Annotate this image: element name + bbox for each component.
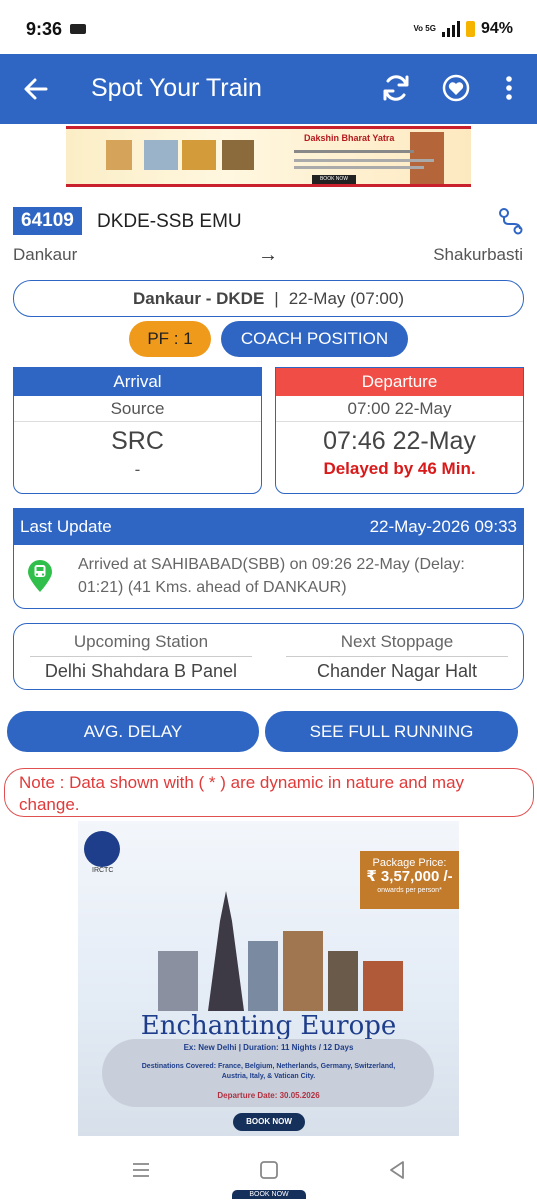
page-title: Spot Your Train [91,74,262,102]
ad-destinations: Destinations Covered: France, Belgium, N… [141,1063,396,1080]
price-note: onwards per person* [377,887,442,894]
train-location-pin-icon [28,560,52,592]
status-time: 9:36 [26,19,63,39]
arrival-header: Arrival [14,368,261,396]
irctc-logo-text: IRCTC [92,867,114,874]
last-update-header: Last Update 22-May-2026 09:33 [14,509,523,545]
battery-icon [465,21,475,37]
banner-book-now-button[interactable]: BOOK NOW [312,175,356,184]
temple-image [182,140,216,170]
next-ad-peek: BOOK NOW [232,1190,306,1199]
temple-image [144,140,178,170]
signal-icon [441,21,460,37]
banner-subtitle [294,146,444,169]
refresh-icon[interactable] [380,72,412,104]
destination-station: Shakurbasti [433,245,523,264]
temple-image [222,140,254,170]
arrival-actual: SRC [111,427,164,455]
coach-position-button[interactable]: COACH POSITION [221,321,408,357]
last-update-message: Arrived at SAHIBABAD(SBB) on 09:26 22-Ma… [78,556,465,596]
favorite-heart-icon[interactable] [440,72,472,104]
upcoming-stations-card: Upcoming Station Delhi Shahdara B Panel … [13,623,524,690]
europe-tour-ad-banner[interactable]: IRCTC Package Price: ₹ 3,57,000 /- onwar… [78,821,459,1136]
upcoming-station-label: Upcoming Station [30,632,252,657]
avg-delay-button[interactable]: AVG. DELAY [7,711,259,752]
last-update-card: Last Update 22-May-2026 09:33 Arrived at… [13,508,524,609]
separator: | [274,288,279,308]
app-bar: Spot Your Train [0,54,537,124]
route-arrow: → [258,244,278,266]
package-price-box: Package Price: ₹ 3,57,000 /- onwards per… [360,851,459,909]
selected-date-time: 22-May (07:00) [288,288,404,308]
platform-badge[interactable]: PF : 1 [129,321,211,357]
ad-departure-date: Departure Date: 30.05.2026 [217,1091,320,1100]
last-update-timestamp: 22-May-2026 09:33 [369,517,517,536]
status-indicators: Vo 5G 94% [413,20,513,38]
dynamic-data-note: Note : Data shown with ( * ) are dynamic… [4,768,534,817]
notification-icon [70,24,86,34]
arrival-delay: - [134,460,141,479]
battery-level: 94% [480,20,513,37]
recent-apps-icon[interactable] [130,1159,152,1181]
departure-actual: 07:46 22-May [323,427,476,455]
upcoming-station-value: Delhi Shahdara B Panel [44,661,238,681]
upcoming-station: Upcoming Station Delhi Shahdara B Panel [30,632,252,682]
selected-station: Dankaur - DKDE [132,288,265,308]
home-icon[interactable] [258,1159,280,1181]
arrival-card: Arrival Source SRC - [13,367,262,494]
ad-book-now-button[interactable]: BOOK NOW [233,1113,305,1131]
network-type: Vo 5G [413,24,436,33]
next-stoppage-label: Next Stoppage [286,632,508,657]
top-ad-banner[interactable]: Dakshin Bharat Yatra BOOK NOW [66,126,471,187]
train-name: DKDE-SSB EMU [97,211,242,232]
temple-image [106,140,132,170]
departure-header: Departure [276,368,523,396]
departure-card: Departure 07:00 22-May 07:46 22-May Dela… [275,367,524,494]
route-map-icon[interactable] [496,206,524,236]
ad-heading: Enchanting Europe [140,1011,397,1041]
arrival-scheduled: Source [14,396,261,422]
status-bar: 9:36 Vo 5G 94% [0,0,537,54]
price-amount: ₹ 3,57,000 /- [366,868,453,885]
back-arrow-icon[interactable] [22,74,50,104]
next-stoppage-value: Chander Nagar Halt [316,661,478,681]
departure-scheduled: 07:00 22-May [276,396,523,422]
back-nav-icon[interactable] [386,1159,408,1181]
irctc-logo [84,831,120,867]
see-full-running-button[interactable]: SEE FULL RUNNING [265,711,518,752]
banner-title: Dakshin Bharat Yatra [304,133,395,143]
current-station-selector[interactable]: Dankaur - DKDE | 22-May (07:00) [13,280,524,317]
last-update-label: Last Update [20,517,112,536]
ad-duration: Ex: New Delhi | Duration: 11 Nights / 12… [183,1043,354,1052]
next-stoppage: Next Stoppage Chander Nagar Halt [286,632,508,682]
departure-delay: Delayed by 46 Min. [323,459,476,478]
origin-station: Dankaur [13,245,78,264]
train-number-badge: 64109 [13,207,82,235]
more-options-icon[interactable] [493,72,525,104]
